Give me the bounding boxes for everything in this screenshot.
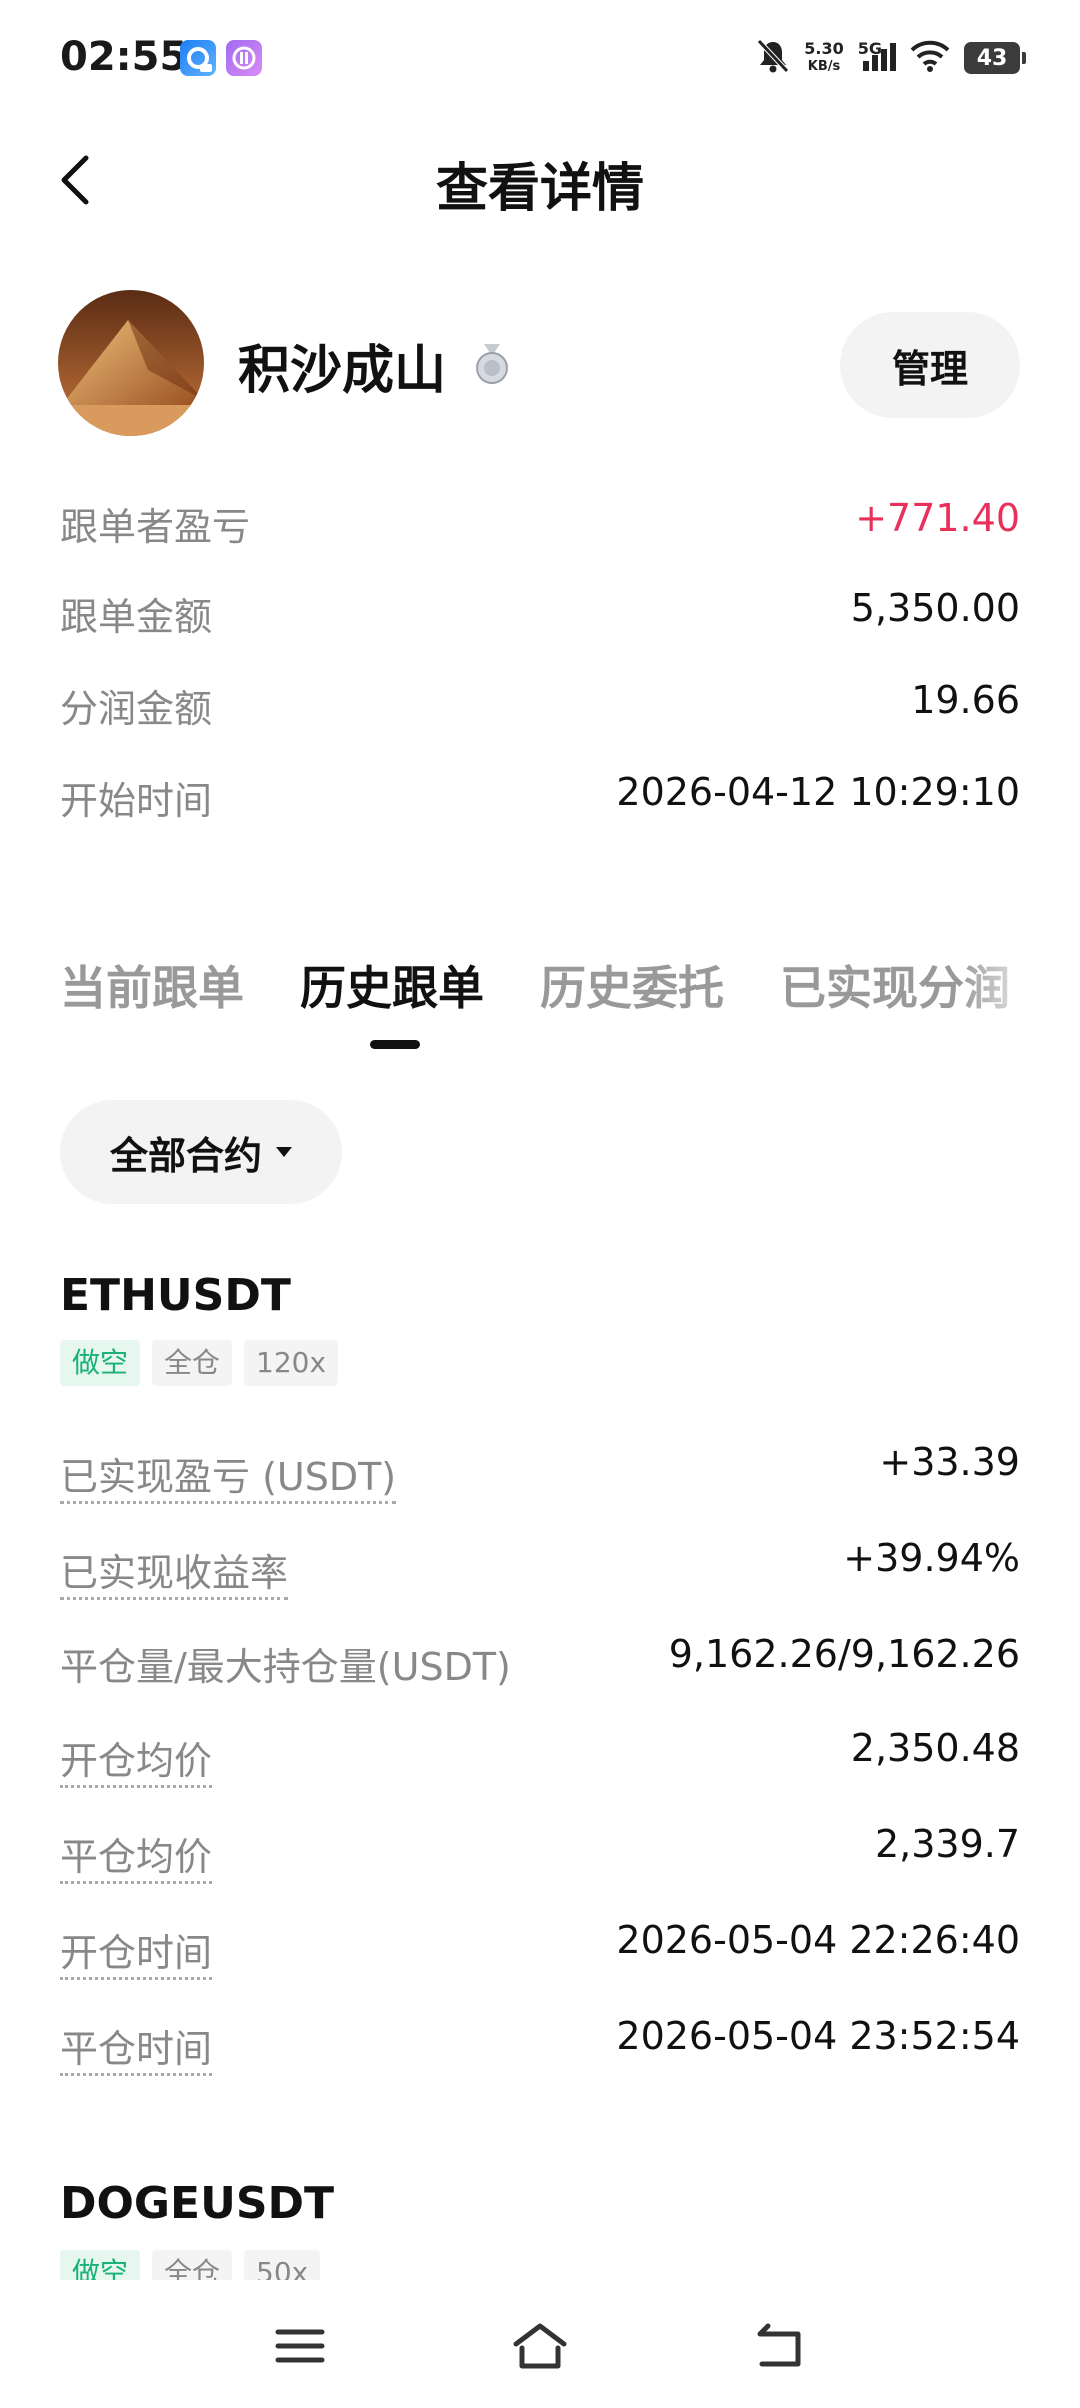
stat-value-copy-amount: 5,350.00 xyxy=(850,586,1020,630)
contract-filter-dropdown[interactable]: 全部合约 xyxy=(60,1100,342,1204)
menu-icon[interactable] xyxy=(270,2318,330,2374)
home-icon[interactable] xyxy=(510,2318,570,2374)
row-label-close-avg-price[interactable]: 平仓均价 xyxy=(60,1835,213,1884)
status-time: 02:55 xyxy=(60,34,188,80)
wifi-icon xyxy=(910,40,950,76)
stat-label-start-time: 开始时间 xyxy=(60,779,213,823)
row-label-close-volume: 平仓量/最大持仓量(USDT) xyxy=(60,1645,511,1689)
tab-fade xyxy=(960,940,1080,1020)
network-type: 5G xyxy=(857,38,882,58)
position-tags: 做空 全仓 120x xyxy=(60,1340,339,1386)
row-value-realized-pnl: +33.39 xyxy=(879,1440,1020,1484)
row-label-open-time[interactable]: 开仓时间 xyxy=(60,1931,213,1980)
row-value-open-avg-price: 2,350.48 xyxy=(850,1726,1020,1770)
position-symbol: DOGEUSDT xyxy=(60,2178,335,2229)
avatar[interactable] xyxy=(58,290,204,436)
mute-bell-icon xyxy=(756,38,790,78)
position-symbol: ETHUSDT xyxy=(60,1270,291,1321)
tab-indicator xyxy=(370,1040,420,1049)
row-value-close-volume: 9,162.26/9,162.26 xyxy=(668,1632,1020,1676)
row-label-close-time[interactable]: 平仓时间 xyxy=(60,2027,213,2076)
stat-value-start-time: 2026-04-12 10:29:10 xyxy=(616,770,1020,814)
trader-name: 积沙成山 xyxy=(238,341,447,401)
row-value-open-time: 2026-05-04 22:26:40 xyxy=(616,1918,1020,1962)
stat-label-profit-share: 分润金额 xyxy=(60,687,213,731)
tag-leverage: 120x xyxy=(244,1340,339,1386)
tab-history-copy[interactable]: 历史跟单 xyxy=(300,952,484,1018)
tag-margin-mode: 全仓 xyxy=(152,1340,233,1386)
stat-value-profit-share: 19.66 xyxy=(911,678,1020,722)
stat-label-follower-pnl: 跟单者盈亏 xyxy=(60,505,251,549)
row-value-realized-roi: +39.94% xyxy=(843,1536,1020,1580)
row-value-close-avg-price: 2,339.7 xyxy=(874,1822,1020,1866)
row-label-open-avg-price[interactable]: 开仓均价 xyxy=(60,1739,213,1788)
filter-label: 全部合约 xyxy=(109,1133,262,1178)
status-icons: 5.30 KB/s 5G 43 xyxy=(756,38,1026,78)
row-value-close-time: 2026-05-04 23:52:54 xyxy=(616,2014,1020,2058)
net-speed: 5.30 KB/s xyxy=(804,39,844,75)
manage-button[interactable]: 管理 xyxy=(840,312,1020,418)
tag-direction: 做空 xyxy=(60,1340,141,1386)
row-label-realized-pnl[interactable]: 已实现盈亏 (USDT) xyxy=(60,1455,397,1504)
back-icon[interactable] xyxy=(750,2318,810,2374)
app-icon-blue xyxy=(180,40,216,76)
tab-history-orders[interactable]: 历史委托 xyxy=(540,952,724,1018)
stat-label-copy-amount: 跟单金额 xyxy=(60,595,213,639)
battery-icon: 43 xyxy=(964,42,1026,74)
stat-value-follower-pnl: +771.40 xyxy=(855,496,1020,540)
caret-down-icon xyxy=(276,1147,292,1157)
silver-medal-icon xyxy=(472,342,512,386)
row-label-realized-roi[interactable]: 已实现收益率 xyxy=(60,1551,289,1600)
page-title: 查看详情 xyxy=(435,159,644,219)
app-icon-purple xyxy=(226,40,262,76)
tab-current-copy[interactable]: 当前跟单 xyxy=(60,952,244,1018)
